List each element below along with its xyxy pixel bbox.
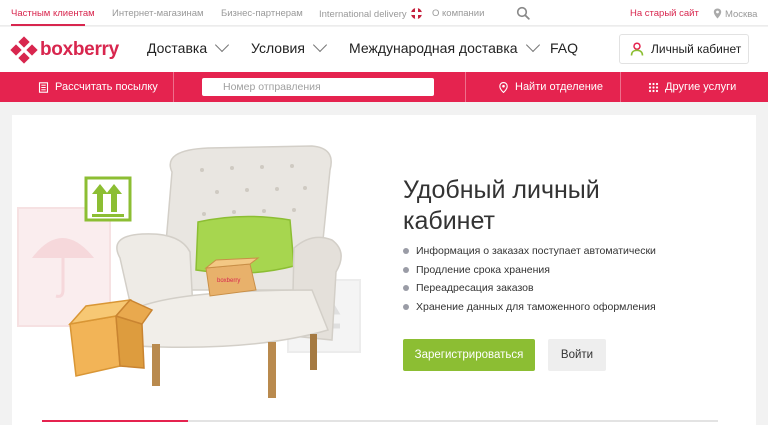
find-office-label: Найти отделение (515, 81, 604, 93)
feature-item: Хранение данных для таможенного оформлен… (403, 300, 656, 319)
divider (620, 72, 621, 102)
register-button[interactable]: Зарегистрироваться (403, 339, 535, 371)
service-bar: Рассчитать посылку Найти отделение Други… (0, 72, 768, 102)
armchair-illustration: boxberry (17, 145, 361, 398)
tab-international-delivery[interactable]: International delivery (319, 8, 422, 20)
user-icon (630, 42, 644, 56)
city-label: Москва (725, 9, 758, 20)
nav-delivery[interactable]: Доставка (147, 37, 230, 56)
calculate-parcel-button[interactable]: Рассчитать посылку (38, 72, 158, 102)
box-brand-label: boxberry (217, 278, 240, 284)
old-site-link[interactable]: На старый сайт (630, 8, 699, 19)
divider (173, 72, 174, 102)
location-pin-icon (499, 81, 508, 93)
nav-conditions[interactable]: Условия (251, 37, 327, 56)
parcel-box: boxberry (204, 257, 260, 297)
calculate-parcel-label: Рассчитать посылку (55, 81, 158, 93)
chevron-down-icon (215, 37, 230, 53)
grid-icon (648, 82, 659, 92)
logo-text: boxberry (40, 39, 119, 60)
tab-private-clients[interactable]: Частным клиентам (11, 8, 95, 19)
personal-cabinet-label: Личный кабинет (651, 42, 742, 56)
search-icon[interactable] (516, 6, 530, 20)
logo-mark-icon (10, 36, 38, 64)
tab-about[interactable]: О компании (432, 8, 484, 19)
nav-international[interactable]: Международная доставка (349, 37, 540, 56)
calculator-icon (38, 81, 49, 93)
nav-conditions-label: Условия (251, 40, 305, 56)
nav-international-label: Международная доставка (349, 40, 518, 56)
tab-online-stores[interactable]: Интернет-магазинам (112, 8, 204, 19)
tracking-number-input[interactable] (202, 78, 434, 96)
location-pin-icon (713, 8, 722, 19)
feature-item: Продление срока хранения (403, 263, 656, 282)
city-selector[interactable]: Москва (713, 8, 757, 20)
open-cardboard-box (68, 298, 154, 377)
nav-faq[interactable]: FAQ (550, 40, 578, 56)
feature-item: Переадресация заказов (403, 281, 656, 300)
main-header: boxberry Доставка Условия Международная … (0, 27, 768, 72)
top-strip: Частным клиентам Интернет-магазинам Бизн… (0, 0, 768, 26)
nav-delivery-label: Доставка (147, 40, 208, 56)
hero-title: Удобный личный кабинет (403, 176, 600, 235)
other-services-label: Другие услуги (665, 81, 737, 93)
active-tab-indicator (11, 24, 85, 26)
uk-flag-icon (410, 8, 422, 19)
tab-business-partners[interactable]: Бизнес-партнерам (221, 8, 303, 19)
feature-list: Информация о заказах поступает автоматич… (403, 244, 656, 318)
boxberry-logo[interactable]: boxberry (10, 36, 119, 64)
divider (465, 72, 466, 102)
personal-cabinet-button[interactable]: Личный кабинет (619, 34, 749, 64)
find-office-button[interactable]: Найти отделение (498, 72, 603, 102)
login-button[interactable]: Войти (548, 339, 606, 371)
tab-international-label: International delivery (319, 9, 407, 20)
slider-progress-active[interactable] (42, 420, 188, 422)
chevron-down-icon (312, 37, 327, 53)
chevron-down-icon (525, 37, 540, 53)
feature-item: Информация о заказах поступает автоматич… (403, 244, 656, 263)
other-services-button[interactable]: Другие услуги (648, 72, 736, 102)
this-side-up-icon (84, 176, 132, 222)
